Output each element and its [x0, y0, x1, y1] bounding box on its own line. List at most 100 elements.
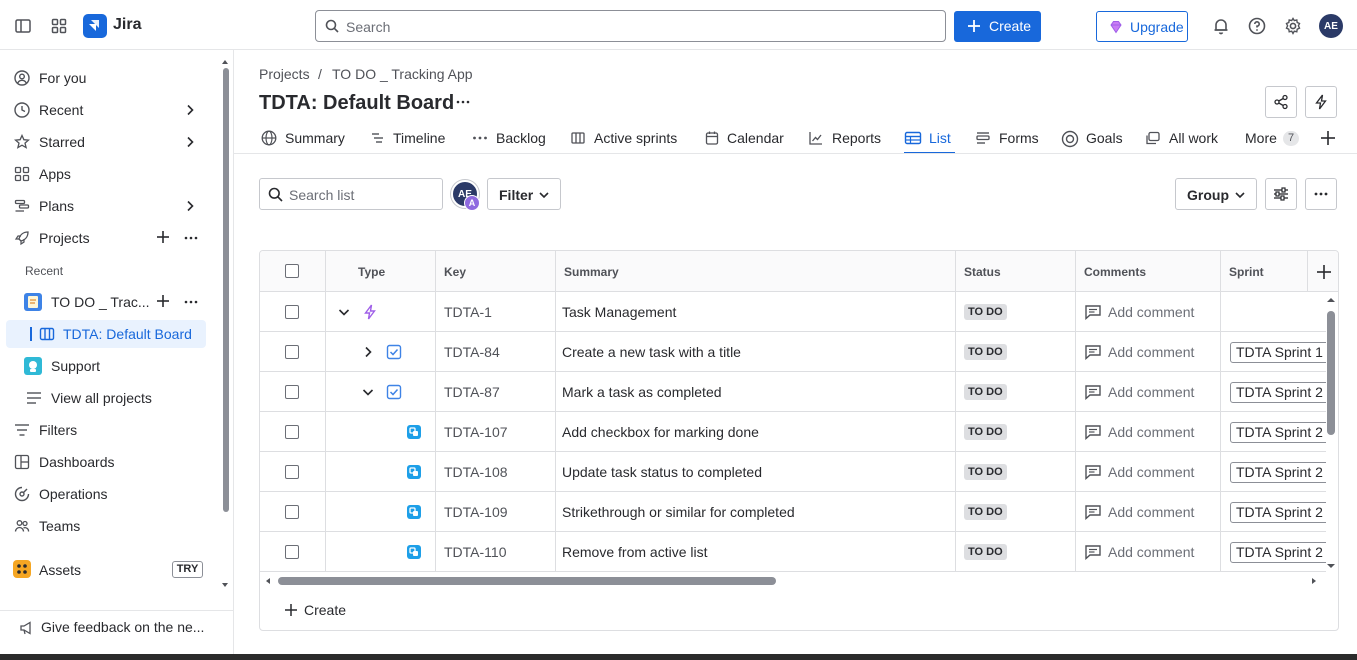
- group-button[interactable]: Group: [1175, 178, 1257, 210]
- sprint-tag[interactable]: TDTA Sprint 2: [1230, 462, 1326, 483]
- table-row[interactable]: TDTA-110 Remove from active list TO DO Add …: [260, 532, 1326, 572]
- status-badge[interactable]: TO DO: [964, 424, 1007, 440]
- sidebar-item-view-all-projects[interactable]: View all projects: [6, 384, 206, 412]
- sidebar-toggle-icon[interactable]: [15, 18, 31, 34]
- sidebar-item-dashboards[interactable]: Dashboards: [6, 448, 206, 476]
- horizontal-scroll-thumb[interactable]: [278, 577, 776, 585]
- app-name[interactable]: Jira: [113, 16, 141, 34]
- issue-key-link[interactable]: TDTA-110: [444, 544, 507, 560]
- select-all-checkbox[interactable]: [285, 264, 299, 278]
- table-row[interactable]: TDTA-1 Task Management TO DO Add comment: [260, 292, 1326, 332]
- chevron-right-icon[interactable]: [182, 102, 198, 118]
- column-header-type[interactable]: Type: [326, 251, 436, 292]
- sidebar-project-support[interactable]: Support: [6, 352, 206, 380]
- search-list-input[interactable]: Search list: [259, 178, 443, 210]
- row-checkbox[interactable]: [285, 425, 299, 439]
- sprint-tag[interactable]: TDTA Sprint 2: [1230, 382, 1326, 403]
- filter-button[interactable]: Filter: [487, 178, 561, 210]
- status-badge[interactable]: TO DO: [964, 384, 1007, 400]
- sidebar-item-teams[interactable]: Teams: [6, 512, 206, 540]
- issue-key-link[interactable]: TDTA-108: [444, 464, 508, 480]
- chevron-right-icon[interactable]: [182, 198, 198, 214]
- chevron-down-icon[interactable]: [337, 305, 351, 319]
- tab-list[interactable]: List: [904, 128, 955, 154]
- column-header-status[interactable]: Status: [956, 251, 1076, 292]
- jira-logo-icon[interactable]: [83, 14, 107, 38]
- status-badge[interactable]: TO DO: [964, 344, 1007, 360]
- more-options-icon[interactable]: [183, 294, 199, 310]
- summary-cell[interactable]: Remove from active list: [556, 532, 956, 572]
- sidebar-scroll-thumb[interactable]: [223, 68, 229, 512]
- row-checkbox[interactable]: [285, 505, 299, 519]
- app-switcher-icon[interactable]: [51, 18, 67, 34]
- summary-cell[interactable]: Task Management: [556, 292, 956, 332]
- more-actions-button[interactable]: [1305, 178, 1337, 210]
- sidebar-item-recent[interactable]: Recent: [6, 96, 206, 124]
- sidebar-item-apps[interactable]: Apps: [6, 160, 206, 188]
- notifications-bell-icon[interactable]: [1212, 17, 1230, 35]
- sprint-tag[interactable]: TDTA Sprint 1: [1230, 342, 1326, 363]
- summary-cell[interactable]: Mark a task as completed: [556, 372, 956, 412]
- breadcrumb-project[interactable]: TO DO _ Tracking App: [332, 66, 473, 82]
- sidebar-item-plans[interactable]: Plans: [6, 192, 206, 220]
- column-header-comments[interactable]: Comments: [1076, 251, 1221, 292]
- automation-button[interactable]: [1305, 86, 1337, 118]
- column-header-key[interactable]: Key: [436, 251, 556, 292]
- create-button[interactable]: Create: [954, 11, 1041, 42]
- help-icon[interactable]: [1248, 17, 1266, 35]
- issue-key-link[interactable]: TDTA-107: [444, 424, 508, 440]
- more-options-icon[interactable]: [183, 230, 199, 246]
- sidebar-project-todo[interactable]: TO DO _ Trac...: [6, 288, 206, 316]
- sprint-tag[interactable]: TDTA Sprint 2: [1230, 422, 1326, 443]
- vertical-scroll-thumb[interactable]: [1327, 311, 1335, 435]
- summary-cell[interactable]: Add checkbox for marking done: [556, 412, 956, 452]
- row-checkbox[interactable]: [285, 385, 299, 399]
- global-search-input[interactable]: Search: [315, 10, 946, 42]
- title-more-options-icon[interactable]: [455, 94, 471, 110]
- sidebar-item-for-you[interactable]: For you: [6, 64, 206, 92]
- summary-cell[interactable]: Strikethrough or similar for completed: [556, 492, 956, 532]
- feedback-link[interactable]: Give feedback on the ne...: [0, 610, 234, 654]
- status-badge[interactable]: TO DO: [964, 304, 1007, 320]
- issue-key-link[interactable]: TDTA-1: [444, 304, 492, 320]
- sidebar-item-starred[interactable]: Starred: [6, 128, 206, 156]
- share-button[interactable]: [1265, 86, 1297, 118]
- sidebar-item-operations[interactable]: Operations: [6, 480, 206, 508]
- chevron-down-icon[interactable]: [361, 385, 375, 399]
- table-row[interactable]: TDTA-108 Update task status to completed T…: [260, 452, 1326, 492]
- issue-key-link[interactable]: TDTA-87: [444, 384, 500, 400]
- chevron-right-icon[interactable]: [182, 134, 198, 150]
- sidebar-item-default-board[interactable]: TDTA: Default Board: [6, 320, 206, 348]
- upgrade-button[interactable]: Upgrade: [1096, 11, 1188, 42]
- column-header-summary[interactable]: Summary: [556, 251, 956, 292]
- issue-key-link[interactable]: TDTA-84: [444, 344, 500, 360]
- sidebar-item-filters[interactable]: Filters: [6, 416, 206, 444]
- row-checkbox[interactable]: [285, 345, 299, 359]
- view-settings-button[interactable]: [1265, 178, 1297, 210]
- assignee-sub-avatar[interactable]: A: [464, 195, 480, 211]
- row-checkbox[interactable]: [285, 465, 299, 479]
- issue-key-link[interactable]: TDTA-109: [444, 504, 508, 520]
- add-plus-icon[interactable]: [156, 294, 170, 308]
- add-project-plus-icon[interactable]: [156, 230, 170, 244]
- column-header-sprint[interactable]: Sprint: [1221, 251, 1307, 292]
- summary-cell[interactable]: Create a new task with a title: [556, 332, 956, 372]
- row-checkbox[interactable]: [285, 305, 299, 319]
- breadcrumb-projects[interactable]: Projects: [259, 66, 310, 82]
- add-tab-plus-icon[interactable]: [1320, 130, 1336, 146]
- sprint-tag[interactable]: TDTA Sprint 2: [1230, 542, 1326, 563]
- status-badge[interactable]: TO DO: [964, 504, 1007, 520]
- table-row[interactable]: TDTA-84 Create a new task with a title TO …: [260, 332, 1326, 372]
- sprint-tag[interactable]: TDTA Sprint 2: [1230, 502, 1326, 523]
- summary-cell[interactable]: Update task status to completed: [556, 452, 956, 492]
- sidebar-item-projects[interactable]: Projects: [6, 224, 206, 252]
- row-checkbox[interactable]: [285, 545, 299, 559]
- status-badge[interactable]: TO DO: [964, 464, 1007, 480]
- add-column-button[interactable]: [1307, 251, 1338, 292]
- table-row[interactable]: TDTA-107 Add checkbox for marking done TO …: [260, 412, 1326, 452]
- settings-gear-icon[interactable]: [1284, 17, 1302, 35]
- chevron-right-icon[interactable]: [361, 345, 375, 359]
- status-badge[interactable]: TO DO: [964, 544, 1007, 560]
- table-row[interactable]: TDTA-87 Mark a task as completed TO DO Add …: [260, 372, 1326, 412]
- user-avatar[interactable]: AE: [1319, 14, 1343, 38]
